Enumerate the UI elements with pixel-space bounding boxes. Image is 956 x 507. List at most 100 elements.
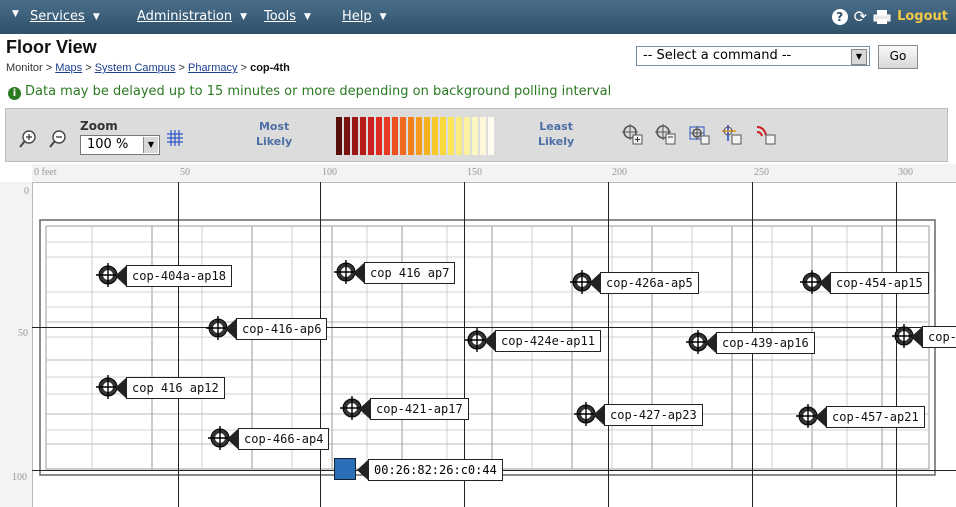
- ruler-x-label: 100: [322, 167, 337, 178]
- zoom-select-value: 100 %: [87, 137, 129, 152]
- breadcrumb-separator: >: [45, 62, 53, 74]
- heat-swatch: [424, 117, 430, 155]
- page-title: Floor View: [6, 37, 97, 57]
- breadcrumb-current: cop-4th: [250, 62, 290, 74]
- menu-services-label: Services: [30, 9, 85, 24]
- access-point-label: cop-421-ap17: [359, 398, 469, 420]
- locate-icon[interactable]: [621, 123, 643, 145]
- ruler-vertical: 0 50 100: [0, 182, 33, 507]
- polling-notice: i Data may be delayed up to 15 minutes or…: [8, 84, 611, 100]
- chevron-down-icon: ▼: [379, 11, 387, 22]
- breadcrumb: Monitor > Maps > System Campus > Pharmac…: [6, 62, 290, 74]
- command-select-value: -- Select a command --: [643, 48, 792, 63]
- go-button[interactable]: Go: [878, 45, 918, 69]
- client-device-icon: [334, 458, 356, 480]
- access-point-label: cop-457-ap21: [815, 406, 925, 428]
- ruler-horizontal: 0 feet 50 100 150 200 250 300: [32, 164, 956, 183]
- breadcrumb-separator: >: [240, 62, 248, 74]
- menu-help[interactable]: Help ▼: [342, 9, 387, 24]
- access-point-label: cop-466-ap4: [226, 428, 330, 450]
- client-device-label: 00:26:82:26:c0:44: [357, 459, 503, 481]
- grid-line: [178, 182, 179, 507]
- access-point-label: cop-404a-ap18: [115, 265, 232, 287]
- breadcrumb-pharmacy[interactable]: Pharmacy: [188, 62, 238, 74]
- menu-tools[interactable]: Tools ▼: [264, 9, 311, 24]
- ruler-y-label: 0: [24, 186, 29, 197]
- refresh-icon[interactable]: ⟳: [854, 7, 867, 26]
- ruler-x-label: 200: [612, 167, 627, 178]
- access-point-label: cop-424e-ap11: [484, 330, 601, 352]
- zoom-out-icon[interactable]: [48, 129, 68, 149]
- access-point-label: cop-416-ap6: [224, 318, 328, 340]
- heat-swatch: [368, 117, 374, 155]
- menu-tools-label: Tools: [264, 9, 297, 24]
- signal-locate-icon[interactable]: [754, 123, 776, 145]
- access-point-label: cop-427-ap23: [593, 404, 703, 426]
- heat-swatch: [464, 117, 470, 155]
- nav-collapse[interactable]: ▼: [8, 9, 19, 19]
- print-icon[interactable]: [873, 9, 891, 25]
- breadcrumb-separator: >: [85, 62, 92, 74]
- menu-services[interactable]: Services ▼: [30, 9, 100, 24]
- most-likely-label: Most Likely: [256, 120, 293, 148]
- ruler-x-label: 0 feet: [34, 167, 57, 178]
- locate-area-icon[interactable]: [688, 123, 710, 145]
- heat-swatch: [352, 117, 358, 155]
- heat-swatch: [360, 117, 366, 155]
- heat-swatch: [384, 117, 390, 155]
- heat-swatch: [344, 117, 350, 155]
- grid-line: [608, 182, 609, 507]
- locate-delete-icon[interactable]: [654, 123, 676, 145]
- command-select[interactable]: -- Select a command -- ▼: [636, 46, 870, 66]
- access-point-label: cop 416 ap12: [115, 377, 225, 399]
- map-toolbar: Zoom 100 % ▼ Most Likely Least Likely: [5, 108, 948, 162]
- breadcrumb-system-campus[interactable]: System Campus: [95, 62, 176, 74]
- grid-line: [32, 327, 956, 328]
- ruler-x-label: 300: [898, 167, 913, 178]
- chevron-down-icon: ▼: [240, 11, 248, 22]
- zoom-in-icon[interactable]: [18, 129, 38, 149]
- info-icon: i: [8, 87, 21, 100]
- heat-swatch: [472, 117, 478, 155]
- heat-swatch: [488, 117, 494, 155]
- breadcrumb-separator: >: [178, 62, 185, 74]
- menu-administration-label: Administration: [137, 9, 233, 24]
- heat-swatch: [392, 117, 398, 155]
- least-likely-label: Least Likely: [538, 120, 575, 148]
- floor-map[interactable]: 0 feet 50 100 150 200 250 300 0 50 100 c…: [0, 164, 956, 507]
- zoom-label: Zoom: [80, 119, 118, 133]
- heat-swatch: [400, 117, 406, 155]
- grid-line: [320, 182, 321, 507]
- access-point-label: cop-439-ap16: [705, 332, 815, 354]
- heat-swatch: [432, 117, 438, 155]
- heat-swatch: [440, 117, 446, 155]
- access-point-label: cop 416 ap7: [352, 262, 456, 284]
- breadcrumb-root: Monitor: [6, 62, 43, 74]
- menu-administration[interactable]: Administration ▼: [137, 9, 247, 24]
- top-nav: ▼ Services ▼ Administration ▼ Tools ▼ Help ▼…: [0, 0, 956, 34]
- polling-notice-text: Data may be delayed up to 15 minutes or …: [25, 84, 612, 99]
- ruler-y-label: 100: [12, 472, 27, 483]
- heat-legend: [336, 117, 496, 155]
- heat-swatch: [408, 117, 414, 155]
- heat-swatch: [456, 117, 462, 155]
- logout-link[interactable]: Logout: [897, 9, 948, 24]
- ruler-x-label: 250: [754, 167, 769, 178]
- menu-help-label: Help: [342, 9, 372, 24]
- heat-swatch: [336, 117, 342, 155]
- chevron-down-icon[interactable]: ▼: [851, 49, 867, 65]
- ruler-x-label: 150: [467, 167, 482, 178]
- chevron-down-icon[interactable]: ▼: [143, 137, 158, 153]
- breadcrumb-maps[interactable]: Maps: [55, 62, 82, 74]
- heat-swatch: [480, 117, 486, 155]
- access-point-label: cop-426a-ap5: [589, 272, 699, 294]
- locate-move-icon[interactable]: [720, 123, 742, 145]
- chevron-down-icon: ▼: [92, 11, 100, 22]
- heat-swatch: [416, 117, 422, 155]
- ruler-x-label: 50: [180, 167, 190, 178]
- access-point-label: cop-454-ap15: [819, 272, 929, 294]
- grid-icon[interactable]: [166, 129, 184, 147]
- help-icon[interactable]: ?: [831, 8, 848, 25]
- access-point-label: cop-: [911, 326, 956, 348]
- zoom-select[interactable]: 100 % ▼: [80, 135, 160, 155]
